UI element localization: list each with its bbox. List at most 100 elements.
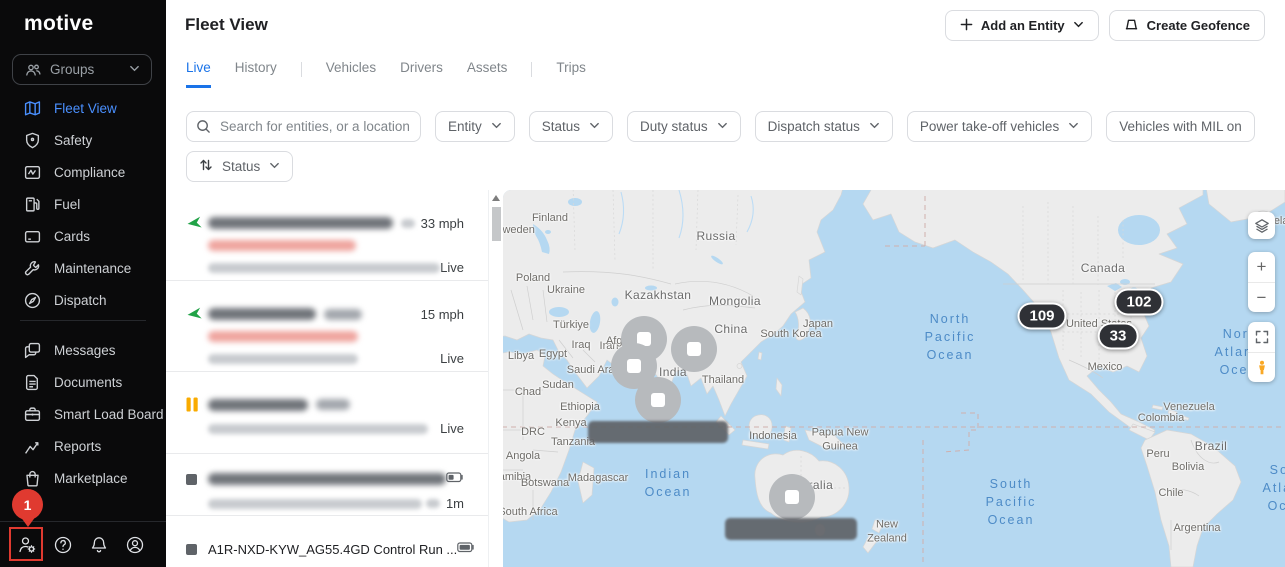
vehicle-status: Live: [440, 260, 464, 275]
tab-live[interactable]: Live: [186, 60, 211, 88]
sort-arrows-icon: [199, 158, 213, 175]
notification-pin-badge: 1: [12, 489, 43, 520]
vehicle-list: 33 mph Live 15 mph Live: [166, 190, 488, 567]
sidebar-item-label: Dispatch: [54, 293, 107, 308]
redacted-map-marker[interactable]: [671, 326, 717, 372]
map-cluster[interactable]: 33: [1098, 323, 1139, 350]
search-input[interactable]: [186, 111, 421, 142]
vehicle-row[interactable]: A1R-NXD-KYW_AG55.4GD Control Run ...: [166, 516, 488, 562]
chevron-down-icon: [869, 119, 880, 134]
tab-assets[interactable]: Assets: [467, 60, 508, 85]
tab-vehicles[interactable]: Vehicles: [326, 60, 376, 85]
sidebar-item-fleet-view[interactable]: Fleet View: [0, 92, 166, 124]
sidebar-item-documents[interactable]: Documents: [0, 366, 166, 398]
sidebar-item-smart-load-board[interactable]: Smart Load Board: [0, 398, 166, 430]
create-geofence-button[interactable]: Create Geofence: [1109, 10, 1265, 41]
sidebar-item-label: Compliance: [54, 165, 125, 180]
sort-bar: Status: [186, 151, 293, 182]
duty-status-filter-label: Duty status: [640, 119, 708, 134]
map-layers-button[interactable]: [1248, 212, 1275, 239]
redacted-text: [208, 331, 358, 342]
stopped-icon: [186, 474, 208, 485]
redacted-map-label: [588, 421, 728, 443]
groups-dropdown[interactable]: Groups: [12, 54, 152, 85]
chevron-down-icon: [589, 119, 600, 134]
dispatch-status-filter-label: Dispatch status: [768, 119, 860, 134]
scrollbar-up-arrow[interactable]: [492, 195, 500, 201]
map[interactable]: North Pacific Ocean South Pacific Ocean …: [503, 190, 1285, 567]
notifications-bell-icon[interactable]: [89, 535, 109, 555]
chevron-down-icon: [717, 119, 728, 134]
account-icon[interactable]: [125, 535, 145, 555]
sidebar-item-safety[interactable]: Safety: [0, 124, 166, 156]
redacted-text: [208, 499, 422, 509]
redacted-text: [316, 399, 350, 410]
sidebar-item-dispatch[interactable]: Dispatch: [0, 284, 166, 316]
sort-dropdown[interactable]: Status: [186, 151, 293, 182]
vehicle-row[interactable]: 33 mph Live: [166, 190, 488, 281]
duty-status-filter[interactable]: Duty status: [627, 111, 741, 142]
redacted-text: [208, 473, 446, 485]
entity-filter[interactable]: Entity: [435, 111, 515, 142]
sidebar-item-fuel[interactable]: Fuel: [0, 188, 166, 220]
page-title: Fleet View: [185, 15, 268, 35]
vehicle-row[interactable]: 1m: [166, 454, 488, 516]
briefcase-icon: [24, 406, 41, 423]
status-filter[interactable]: Status: [529, 111, 613, 142]
sidebar-item-label: Documents: [54, 375, 122, 390]
tab-divider: [301, 62, 302, 77]
redacted-map-label: [725, 518, 857, 540]
admin-highlight-box: [9, 527, 43, 561]
fullscreen-button[interactable]: [1248, 322, 1275, 352]
dispatch-status-filter[interactable]: Dispatch status: [755, 111, 893, 142]
redacted-text: [208, 399, 308, 411]
sidebar-item-reports[interactable]: Reports: [0, 430, 166, 462]
sidebar-item-label: Maintenance: [54, 261, 131, 276]
help-icon[interactable]: [53, 535, 73, 555]
plus-icon: [960, 18, 973, 34]
filter-bar: Entity Status Duty status Dispatch statu…: [186, 111, 1255, 142]
sidebar-item-maintenance[interactable]: Maintenance: [0, 252, 166, 284]
sidebar-item-label: Fuel: [54, 197, 80, 212]
sidebar-divider: [20, 320, 146, 321]
redacted-map-marker[interactable]: [769, 474, 815, 520]
sort-label: Status: [222, 159, 260, 174]
create-geofence-label: Create Geofence: [1147, 18, 1250, 33]
header-actions: Add an Entity Create Geofence: [945, 10, 1265, 41]
sidebar-item-label: Safety: [54, 133, 92, 148]
pegman-icon: [1255, 360, 1269, 375]
search-box: [186, 111, 421, 142]
redacted-map-marker[interactable]: [635, 377, 681, 423]
layers-icon: [1254, 218, 1270, 234]
pto-filter[interactable]: Power take-off vehicles: [907, 111, 1092, 142]
vehicle-row[interactable]: Live: [166, 372, 488, 454]
stopped-icon: [186, 544, 208, 555]
groups-icon: [24, 61, 41, 78]
zoom-in-button[interactable]: +: [1248, 252, 1275, 282]
tab-drivers[interactable]: Drivers: [400, 60, 443, 85]
add-entity-button[interactable]: Add an Entity: [945, 10, 1099, 41]
vehicle-row[interactable]: 15 mph Live: [166, 281, 488, 372]
sidebar-item-compliance[interactable]: Compliance: [0, 156, 166, 188]
sidebar-item-messages[interactable]: Messages: [0, 334, 166, 366]
search-icon: [196, 119, 211, 139]
redacted-text: [208, 308, 316, 320]
map-cluster[interactable]: 102: [1114, 289, 1163, 316]
map-cluster[interactable]: 109: [1017, 303, 1066, 330]
street-view-pegman[interactable]: [1248, 352, 1275, 382]
scrollbar-thumb[interactable]: [492, 207, 501, 241]
fullscreen-icon: [1255, 330, 1269, 344]
list-scrollbar: [488, 190, 503, 567]
redacted-icon: [426, 499, 440, 508]
tab-trips[interactable]: Trips: [556, 60, 586, 85]
vehicle-title: A1R-NXD-KYW_AG55.4GD Control Run ...: [208, 542, 457, 557]
redacted-icon: [401, 219, 415, 228]
mil-filter[interactable]: Vehicles with MIL on: [1106, 111, 1255, 142]
add-entity-label: Add an Entity: [981, 18, 1065, 33]
sidebar-item-cards[interactable]: Cards: [0, 220, 166, 252]
zoom-out-button[interactable]: −: [1248, 282, 1275, 312]
wrench-icon: [24, 260, 41, 277]
sidebar-item-label: Marketplace: [54, 471, 128, 486]
chevron-down-icon: [129, 62, 140, 77]
tab-history[interactable]: History: [235, 60, 277, 85]
